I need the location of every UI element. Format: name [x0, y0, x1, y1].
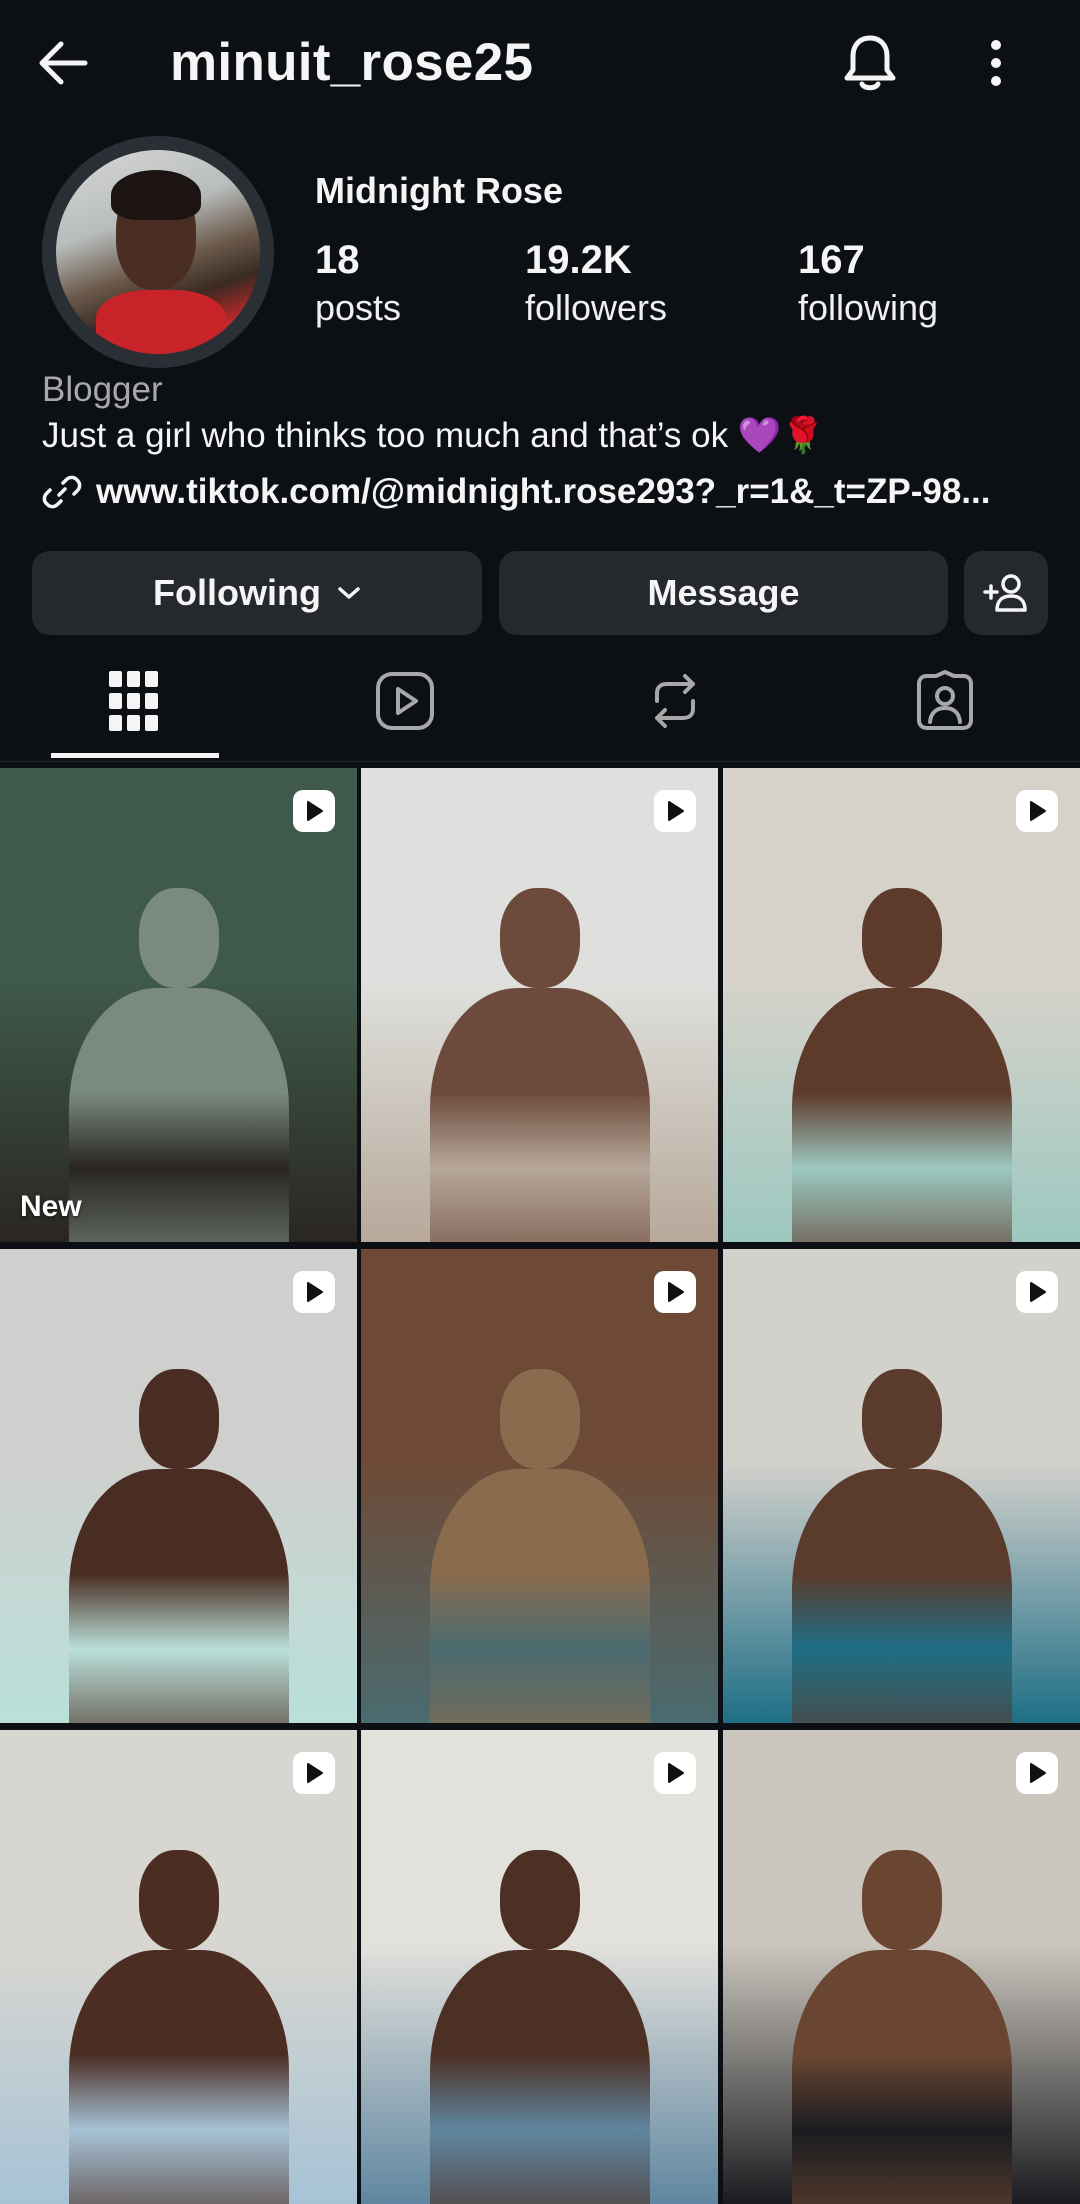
- following-stat[interactable]: 167 following: [798, 236, 938, 332]
- add-person-icon: [983, 574, 1027, 612]
- display-name: Midnight Rose: [315, 170, 563, 211]
- tab-reels[interactable]: [303, 645, 507, 757]
- chevron-down-icon: [338, 587, 360, 599]
- back-button[interactable]: [30, 30, 96, 96]
- reel-play-icon: [654, 1271, 696, 1313]
- tab-reposts[interactable]: [573, 645, 777, 757]
- reel-play-icon: [654, 790, 696, 832]
- profile-bio: Just a girl who thinks too much and that…: [42, 416, 825, 455]
- back-arrow-icon: [39, 41, 88, 85]
- post-thumbnail[interactable]: [0, 1730, 357, 2204]
- following-button[interactable]: Following: [32, 551, 482, 635]
- followers-label: followers: [525, 287, 668, 328]
- thumbnail-figure-head: [138, 1850, 219, 1950]
- thumbnail-figure-head: [138, 888, 219, 988]
- thumbnail-figure-body: [68, 988, 289, 1242]
- thumbnail-figure-head: [861, 1369, 942, 1469]
- thumbnail-figure-head: [138, 1369, 219, 1469]
- notifications-button[interactable]: [836, 28, 904, 98]
- thumbnail-figure-head: [499, 1850, 580, 1950]
- grid-icon: [109, 671, 158, 731]
- more-options-button[interactable]: [970, 28, 1022, 98]
- top-bar: minuit_rose25: [0, 0, 1080, 126]
- more-vertical-icon: [991, 40, 1001, 86]
- thumbnail-figure-body: [791, 1469, 1012, 1723]
- thumbnail-figure-body: [429, 1950, 650, 2204]
- tagged-icon: [917, 670, 973, 730]
- post-thumbnail[interactable]: [0, 1249, 357, 1723]
- reel-play-icon: [1016, 1752, 1058, 1794]
- post-thumbnail[interactable]: New: [0, 768, 357, 1242]
- reels-icon: [376, 672, 434, 730]
- new-post-badge: New: [20, 1190, 82, 1223]
- thumbnail-figure-head: [499, 888, 580, 988]
- thumbnail-figure-head: [861, 888, 942, 988]
- following-count: 167: [798, 238, 865, 282]
- message-button[interactable]: Message: [499, 551, 948, 635]
- repost-icon: [655, 674, 695, 728]
- link-icon: [42, 475, 82, 509]
- reel-play-icon: [654, 1752, 696, 1794]
- posts-count: 18: [315, 238, 360, 282]
- post-thumbnail[interactable]: [361, 1730, 718, 2204]
- thumbnail-figure-body: [429, 988, 650, 1242]
- thumbnail-figure-body: [68, 1469, 289, 1723]
- thumbnail-figure-head: [861, 1850, 942, 1950]
- reel-play-icon: [293, 1752, 335, 1794]
- posts-label: posts: [315, 287, 402, 328]
- profile-tabs: [0, 645, 1080, 758]
- post-thumbnail[interactable]: [723, 1249, 1080, 1723]
- thumbnail-figure-body: [429, 1469, 650, 1723]
- profile-link[interactable]: www.tiktok.com/@midnight.rose293?_r=1&_t…: [42, 472, 1042, 512]
- reel-play-icon: [1016, 790, 1058, 832]
- post-thumbnail[interactable]: [361, 768, 718, 1242]
- reel-play-icon: [293, 790, 335, 832]
- following-button-label: Following: [153, 572, 321, 613]
- posts-stat[interactable]: 18 posts: [315, 236, 401, 332]
- thumbnail-figure-body: [791, 988, 1012, 1242]
- profile-username: minuit_rose25: [170, 33, 534, 92]
- profile-avatar-ring[interactable]: [42, 136, 274, 368]
- reel-play-icon: [293, 1271, 335, 1313]
- avatar: [56, 150, 260, 354]
- profile-category: Blogger: [42, 370, 163, 409]
- thumbnail-figure-body: [791, 1950, 1012, 2204]
- message-button-label: Message: [647, 572, 800, 613]
- tabs-divider: [0, 761, 1080, 762]
- active-tab-indicator: [51, 753, 219, 758]
- reel-play-icon: [1016, 1271, 1058, 1313]
- suggested-people-button[interactable]: [964, 551, 1048, 635]
- thumbnail-figure-head: [499, 1369, 580, 1469]
- post-thumbnail[interactable]: [723, 768, 1080, 1242]
- thumbnail-figure-body: [68, 1950, 289, 2204]
- profile-link-text[interactable]: www.tiktok.com/@midnight.rose293?_r=1&_t…: [96, 472, 990, 512]
- followers-stat[interactable]: 19.2K followers: [525, 236, 667, 332]
- followers-count: 19.2K: [525, 238, 632, 282]
- post-thumbnail[interactable]: [361, 1249, 718, 1723]
- tab-posts-grid[interactable]: [32, 645, 236, 757]
- tab-tagged[interactable]: [843, 645, 1047, 757]
- post-thumbnail[interactable]: [723, 1730, 1080, 2204]
- following-label: following: [798, 287, 939, 328]
- bell-icon: [844, 35, 896, 91]
